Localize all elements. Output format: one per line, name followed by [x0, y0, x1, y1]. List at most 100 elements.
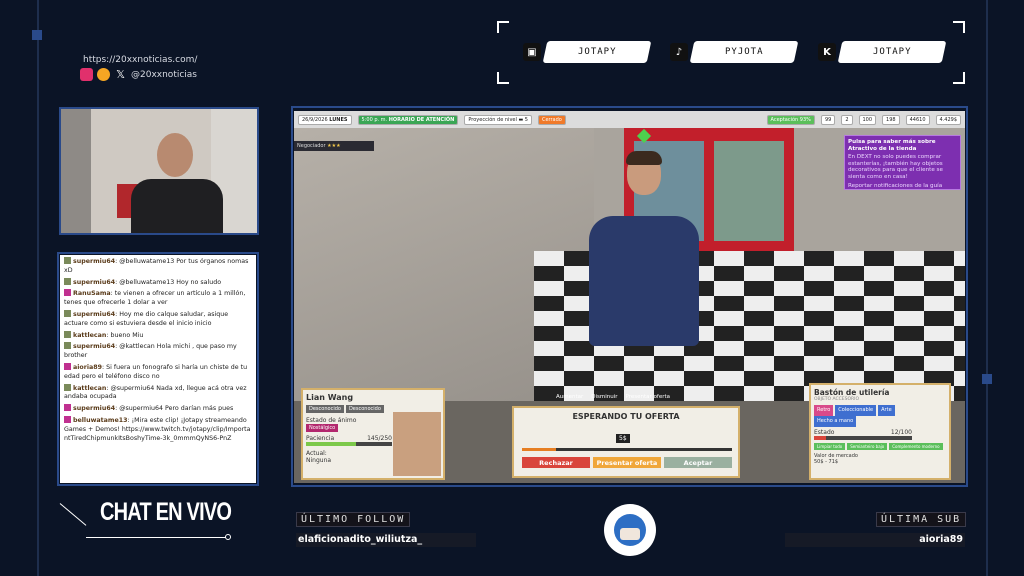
- offer-price: 5$: [616, 434, 630, 443]
- decor-line: [86, 537, 226, 538]
- twitch-icon: ▣: [523, 43, 541, 61]
- control-present: Presentar oferta: [625, 394, 671, 400]
- decor-square: [982, 374, 992, 384]
- customer-tag: Desconocido: [306, 405, 344, 413]
- offer-slider[interactable]: [522, 448, 732, 451]
- item-subtitle: OBJETO ACCESORIO: [814, 397, 860, 402]
- social-label: PYJOTA: [724, 47, 764, 57]
- chat-text: @supermiu64 Pero darían más pues: [119, 405, 234, 413]
- shop-window: [714, 141, 784, 241]
- chat-message: aioria89: Si fuera un fonografo si haría…: [64, 362, 248, 380]
- negotiator-badge: Negociador ★★★: [294, 141, 374, 151]
- chat-username[interactable]: supermiu64: [73, 405, 115, 412]
- chat-message: supermiu64: Hoy me dio calque saludar, a…: [64, 309, 229, 327]
- webcam-frame: [59, 107, 259, 235]
- chat-username[interactable]: belluwatame13: [73, 417, 128, 424]
- hud-stat: 2: [841, 114, 853, 125]
- tip-title: Pulsa para saber más sobre Atractivo de …: [848, 139, 936, 152]
- webcam-feed: [61, 109, 257, 233]
- hud-money: 44610: [905, 114, 930, 125]
- controls-hint: Aumentar Disminuir Presentar oferta: [556, 394, 670, 400]
- item-extra-tag: Semianteiro bajo: [847, 443, 888, 450]
- hud-stat: 198: [882, 114, 900, 125]
- customer-hair: [626, 151, 662, 165]
- control-increase: Aumentar: [556, 394, 584, 400]
- decor-dot: [225, 534, 231, 540]
- item-state-bar: [814, 436, 912, 440]
- chat-message: supermiu64: @kattlecan Hola michi , que …: [64, 342, 237, 360]
- present-offer-button[interactable]: Presentar oferta: [593, 457, 661, 468]
- offer-title: ESPERANDO TU OFERTA: [572, 412, 680, 421]
- control-decrease: Disminuir: [591, 394, 618, 400]
- customer-tag: Desconocido: [345, 405, 384, 413]
- item-panel: Bastón de utilería OBJETO ACCESORIO Retr…: [809, 383, 951, 480]
- chat-username[interactable]: supermiu64: [73, 343, 115, 350]
- patience-bar: [306, 442, 392, 446]
- frame-corner: [497, 21, 509, 33]
- social-kick[interactable]: JOTAPY: [837, 41, 947, 63]
- last-sub-label: ÚLTIMA SUB: [876, 512, 967, 527]
- chat-message: supermiu64: @belluwatame13 Hoy no saludo: [64, 277, 252, 288]
- chat-username[interactable]: RanuSama: [73, 290, 111, 297]
- item-tag: Coleccionable: [835, 405, 877, 416]
- decor-line: [986, 0, 988, 576]
- chat-username[interactable]: kattlecan: [73, 385, 106, 392]
- social-label: JOTAPY: [872, 47, 912, 57]
- item-tags: Retro Coleccionable Arte Hecho a mano: [814, 405, 946, 427]
- last-sub-name: aioria89: [785, 533, 965, 547]
- stream-overlay: https://20xxnoticias.com/ 𝕏 @20xxnoticia…: [0, 0, 1024, 576]
- chat-username[interactable]: supermiu64: [73, 311, 115, 318]
- offer-slider-fill: [522, 448, 556, 451]
- item-tag: Hecho a mano: [814, 416, 857, 427]
- customer-body[interactable]: [589, 216, 699, 346]
- item-tag: Arte: [878, 405, 895, 416]
- tip-footer[interactable]: Reportar notificaciones de la guía: [848, 183, 957, 190]
- frame-corner: [953, 21, 965, 33]
- chat-message: supermiu64: @supermiu64 Pero darían más …: [64, 404, 252, 414]
- frame-corner: [953, 72, 965, 84]
- patience-row: Paciencia 145/250: [306, 435, 392, 442]
- hud-date: 26/9/2026 LUNES: [298, 114, 352, 125]
- social-twitch[interactable]: JOTAPY: [542, 41, 652, 63]
- hud-stat: 100: [858, 114, 877, 125]
- item-value: 50$ - 71$: [814, 459, 839, 465]
- channel-logo: [604, 504, 656, 556]
- chat-message: kattlecan: @supermiu64 Nada xd, llegue a…: [64, 383, 247, 401]
- hud-time: 5:00 p. m. HORARIO DE ATENCIÓN: [357, 114, 459, 125]
- chat-message: belluwatame13: ¡Mira este clip! ¡Jotapy …: [64, 415, 251, 442]
- social-tiktok[interactable]: PYJOTA: [689, 41, 799, 63]
- chat-username[interactable]: supermiu64: [73, 258, 115, 265]
- item-extra-tag: Limpiar todo: [814, 443, 846, 450]
- social-label: JOTAPY: [577, 47, 617, 57]
- mood-tag: Nostálgico: [306, 424, 339, 432]
- chat-text: @belluwatame13 Hoy no saludo: [119, 278, 222, 286]
- hud-cash: 4.429$: [935, 114, 961, 125]
- item-extra-tag: Complemento moderno: [889, 443, 943, 450]
- chat-message: RanuSama: te vienen a ofrecer un artícul…: [64, 289, 246, 307]
- website-url[interactable]: https://20xxnoticias.com/: [83, 55, 197, 65]
- chat-text: bueno Miu: [110, 331, 144, 339]
- chat-username[interactable]: aioria89: [73, 364, 102, 371]
- chat-log[interactable]: supermiu64: @belluwatame13 Por tus órgan…: [60, 255, 256, 483]
- customer-name: Lian Wang: [306, 393, 354, 402]
- chat-message: kattlecan: bueno Miu: [64, 330, 252, 341]
- chat-username[interactable]: kattlecan: [73, 332, 106, 339]
- last-follow-name: elaficionadito_wiliutza_: [296, 533, 476, 547]
- game-hud: 26/9/2026 LUNES 5:00 p. m. HORARIO DE AT…: [294, 111, 965, 128]
- chat-username[interactable]: supermiu64: [73, 279, 115, 286]
- tiktok-icon: ♪: [670, 43, 688, 61]
- hud-acceptance: Aceptación 93%: [766, 114, 815, 125]
- game-viewport[interactable]: 26/9/2026 LUNES 5:00 p. m. HORARIO DE AT…: [294, 111, 965, 483]
- bluesky-icon: [97, 68, 110, 81]
- customer-panel: Lian Wang Desconocido Desconocido Estado …: [301, 388, 445, 480]
- tip-body: En DEXT no solo puedes comprar estanterí…: [848, 154, 943, 180]
- social-handle: @20xxnoticias: [131, 69, 197, 80]
- tip-popup[interactable]: Pulsa para saber más sobre Atractivo de …: [844, 135, 961, 190]
- decor-line: [37, 0, 39, 576]
- reject-button[interactable]: Rechazar: [522, 457, 590, 468]
- offer-panel: ESPERANDO TU OFERTA 5$ Rechazar Presenta…: [512, 406, 740, 478]
- chat-message: supermiu64: @belluwatame13 Por tus órgan…: [64, 257, 249, 274]
- hud-closed[interactable]: Cerrado: [537, 114, 566, 125]
- item-state-fill: [814, 436, 826, 440]
- accept-button[interactable]: Aceptar: [664, 457, 732, 468]
